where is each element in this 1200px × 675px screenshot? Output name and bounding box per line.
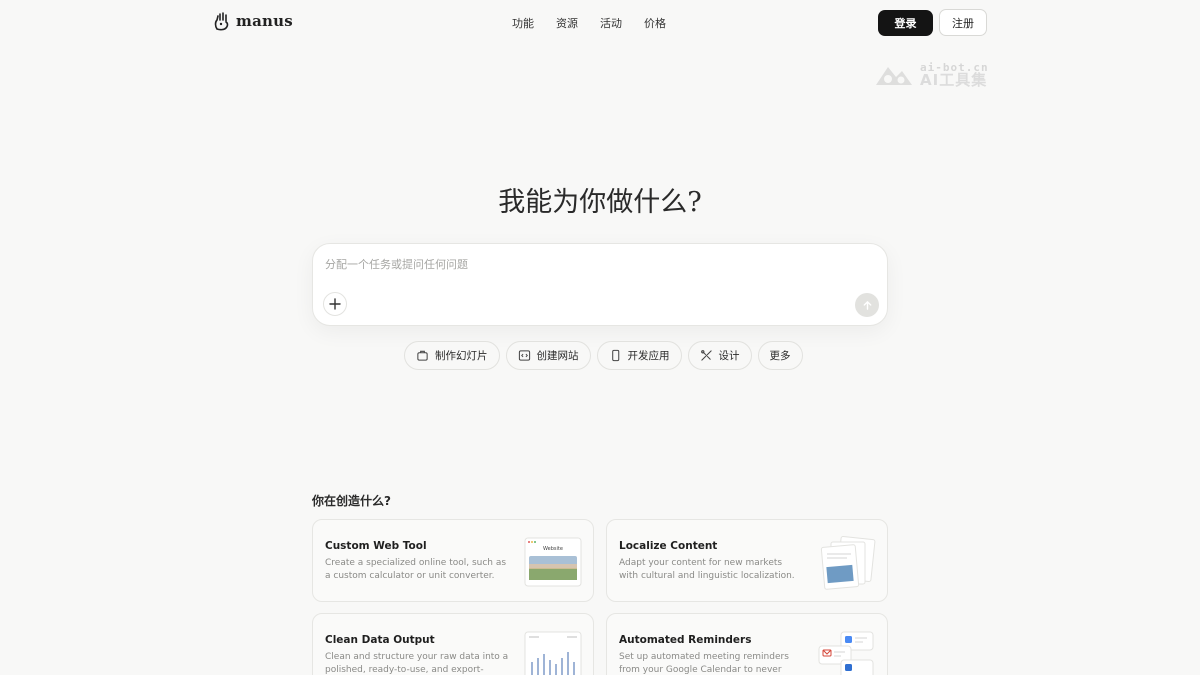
slides-icon	[417, 350, 428, 361]
signup-button[interactable]: 注册	[939, 9, 987, 36]
thumb-label: Website	[543, 546, 563, 552]
chip-more[interactable]: 更多	[757, 341, 803, 370]
chip-label: 制作幻灯片	[435, 350, 488, 362]
code-window-icon	[518, 350, 530, 361]
card-clean-data-output[interactable]: Clean Data Output Clean and structure yo…	[312, 613, 594, 675]
stacked-documents-thumbnail	[820, 536, 876, 590]
prompt-input[interactable]	[325, 254, 845, 274]
attach-button[interactable]	[323, 292, 347, 316]
chip-develop-app[interactable]: 开发应用	[596, 341, 682, 370]
card-title: Automated Reminders	[619, 634, 752, 646]
top-header: manus 功能 资源 活动 价格 登录 注册	[0, 0, 1200, 46]
chip-design[interactable]: 设计	[687, 341, 752, 370]
nav-item-resources[interactable]: 资源	[556, 15, 578, 31]
card-description: Create a specialized online tool, such a…	[325, 558, 507, 581]
card-title: Custom Web Tool	[325, 540, 427, 552]
section-title: 你在创造什么?	[312, 494, 391, 508]
brand-logo[interactable]: manus	[213, 11, 293, 31]
app-icons-thumbnail	[818, 631, 874, 675]
chip-label: 更多	[769, 350, 791, 362]
card-title: Localize Content	[619, 540, 718, 552]
bar-chart-thumbnail	[524, 631, 582, 675]
nav-item-features[interactable]: 功能	[512, 15, 534, 31]
design-tools-icon	[700, 350, 712, 361]
card-description: Adapt your content for new markets with …	[619, 558, 795, 581]
card-description: Clean and structure your raw data into a…	[325, 652, 509, 675]
chip-label: 创建网站	[536, 350, 579, 362]
nav-item-events[interactable]: 活动	[600, 15, 622, 31]
watermark-name: AI工具集	[920, 71, 988, 89]
card-custom-web-tool[interactable]: Custom Web Tool Create a specialized onl…	[312, 519, 594, 602]
watermark-logo-icon	[876, 67, 912, 85]
chip-label: 开发应用	[627, 350, 670, 362]
chip-label: 设计	[718, 350, 740, 362]
watermark: ai-bot.cn AI工具集	[874, 58, 998, 92]
send-button[interactable]	[855, 293, 879, 317]
chip-make-slides[interactable]: 制作幻灯片	[404, 341, 500, 370]
card-title: Clean Data Output	[325, 634, 435, 646]
brand-name: manus	[236, 12, 293, 30]
calendar-icon	[845, 636, 852, 643]
page-title: 我能为你做什么?	[498, 187, 702, 218]
prompt-box	[312, 243, 888, 326]
nav-item-pricing[interactable]: 价格	[644, 15, 666, 31]
quick-actions: 制作幻灯片 创建网站 开发应用 设计 更多	[404, 341, 803, 370]
chip-create-website[interactable]: 创建网站	[505, 341, 591, 370]
card-description: Set up automated meeting reminders from …	[619, 652, 789, 675]
card-localize-content[interactable]: Localize Content Adapt your content for …	[606, 519, 888, 602]
login-button[interactable]: 登录	[878, 10, 933, 36]
card-automated-reminders[interactable]: Automated Reminders Set up automated mee…	[606, 613, 888, 675]
manus-hand-icon	[214, 12, 229, 31]
main-nav: 功能 资源 活动 价格	[512, 15, 666, 31]
arrow-up-icon	[863, 300, 871, 310]
plus-icon	[329, 298, 341, 310]
website-preview-thumbnail: Website	[524, 537, 582, 587]
phone-icon	[611, 349, 619, 362]
